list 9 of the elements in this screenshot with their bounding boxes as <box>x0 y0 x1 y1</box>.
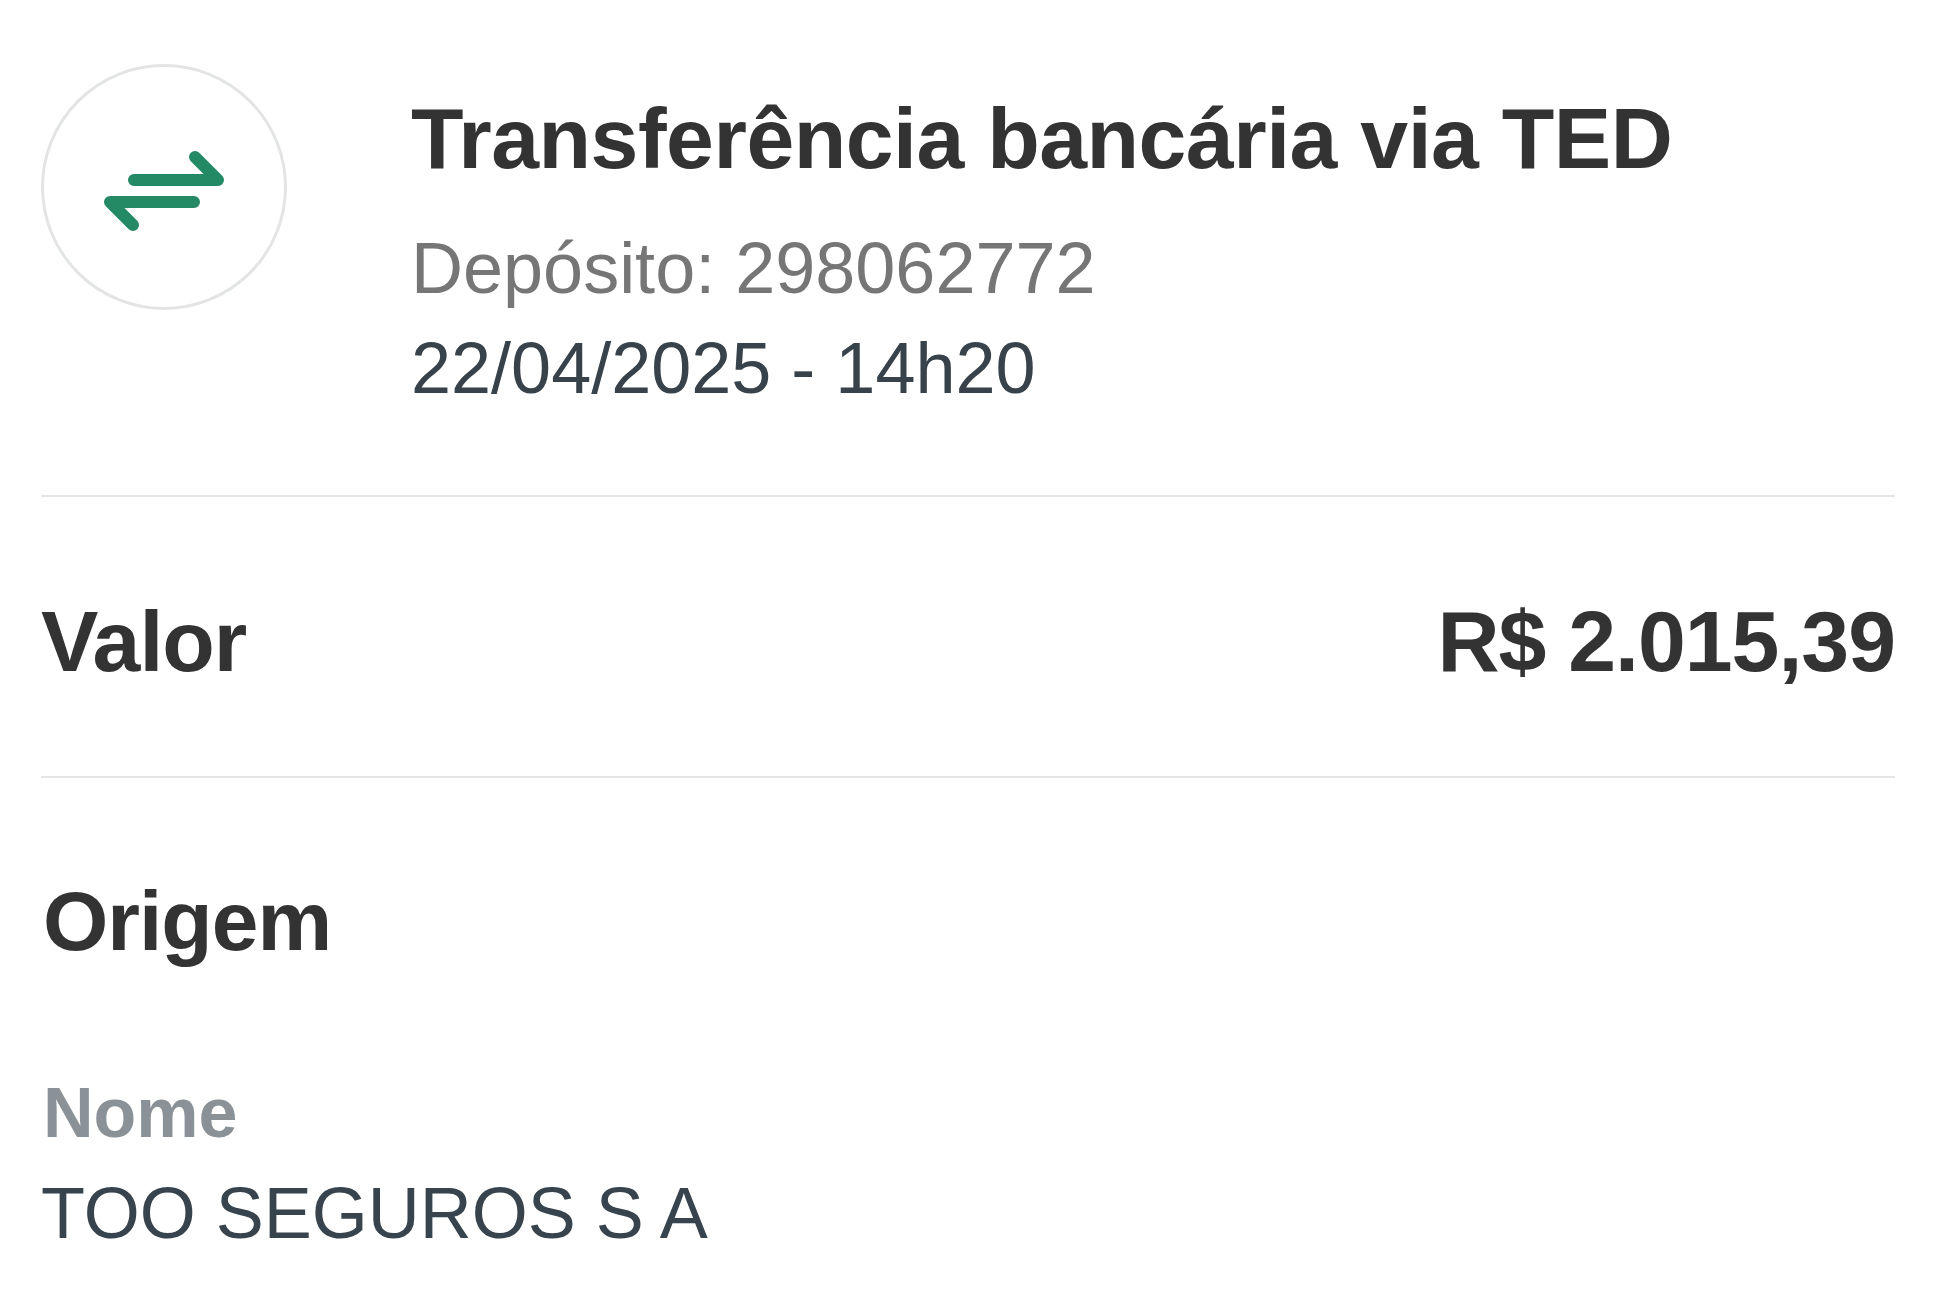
transfer-arrows-icon <box>41 64 287 310</box>
transaction-datetime: 22/04/2025 - 14h20 <box>411 327 1037 410</box>
transaction-title: Transferência bancária via TED <box>411 89 1673 188</box>
amount-label: Valor <box>41 592 247 691</box>
section-heading: Origem <box>43 873 333 970</box>
amount-value: R$ 2.015,39 <box>1437 592 1895 691</box>
deposit-number: Depósito: 298062772 <box>411 227 1097 310</box>
field-label: Nome <box>43 1073 239 1154</box>
field-value: TOO SEGUROS S A <box>41 1172 709 1255</box>
